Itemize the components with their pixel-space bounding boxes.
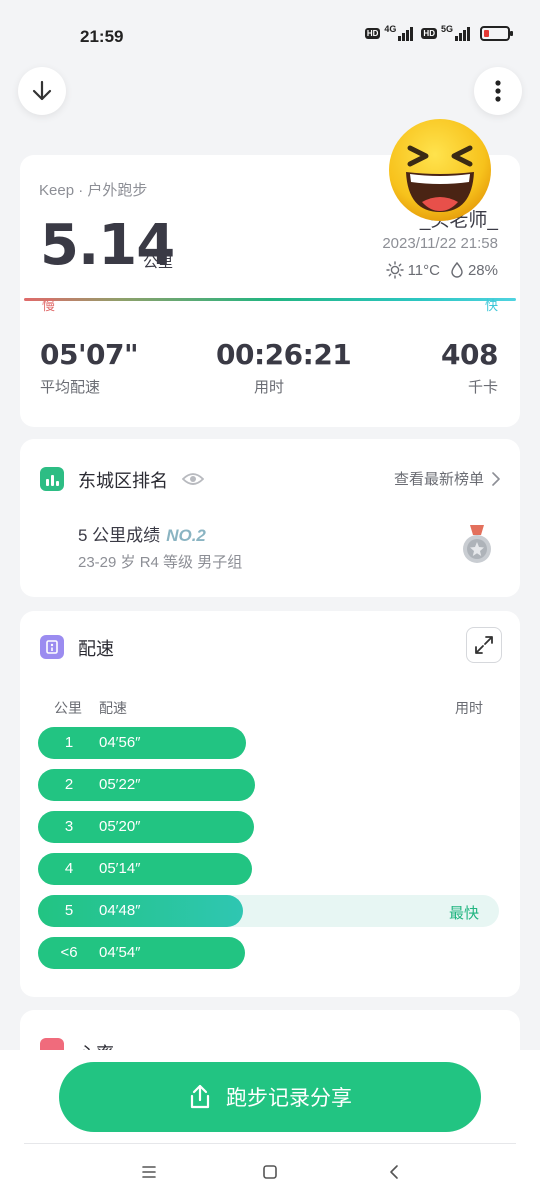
back-chevron-icon bbox=[390, 1165, 398, 1179]
ranking-chart-icon bbox=[40, 467, 64, 491]
signal-icon-2 bbox=[455, 26, 470, 41]
share-icon bbox=[190, 1084, 210, 1109]
pace-row[interactable]: 5 04′48″ 最快 bbox=[38, 895, 499, 927]
col-time-header: 用时 bbox=[455, 700, 483, 716]
pace-value: 05′20″ bbox=[99, 818, 141, 835]
pace-km: 5 bbox=[64, 902, 74, 919]
distance-unit: 公里 bbox=[143, 254, 174, 271]
hd-badge-2: HD bbox=[421, 28, 437, 39]
pace-value: 05′14″ bbox=[99, 860, 141, 877]
more-vertical-icon bbox=[495, 80, 501, 102]
rank-score: 5 公里成绩 NO.2 bbox=[78, 521, 206, 546]
share-run-label: 跑步记录分享 bbox=[226, 1087, 352, 1110]
pace-km: <6 bbox=[60, 944, 78, 961]
calories-value: 408 bbox=[441, 338, 498, 371]
sun-icon bbox=[385, 261, 404, 279]
pace-value: 04′56″ bbox=[99, 734, 141, 751]
nav-home-button[interactable] bbox=[258, 1160, 282, 1184]
col-km-header: 公里 bbox=[54, 700, 82, 716]
signal-icon bbox=[398, 26, 414, 41]
status-icons: HD 4G HD 5G bbox=[364, 23, 513, 41]
eye-icon[interactable] bbox=[182, 472, 204, 486]
ranking-title: 东城区排名 bbox=[78, 471, 168, 491]
avg-pace-value: 05'07" bbox=[40, 338, 139, 371]
home-square-icon bbox=[263, 1165, 277, 1179]
duration-value: 00:26:21 bbox=[216, 338, 352, 371]
ranking-card: 东城区排名 查看最新榜单 5 公里成绩 NO.2 23-29 岁 R4 等级 男子… bbox=[20, 439, 520, 597]
fastest-tag: 最快 bbox=[448, 905, 479, 922]
nav-menu-button[interactable] bbox=[137, 1160, 161, 1184]
laughing-emoji-sticker bbox=[389, 119, 491, 221]
pace-gradient-bar bbox=[24, 298, 516, 301]
pace-km: 1 bbox=[64, 734, 74, 751]
humidity: 28% bbox=[467, 261, 498, 279]
expand-icon bbox=[475, 636, 493, 654]
arrow-down-icon bbox=[32, 80, 52, 101]
battery-icon bbox=[480, 26, 513, 41]
chevron-right-icon bbox=[492, 471, 500, 486]
more-button[interactable] bbox=[474, 67, 522, 115]
run-datetime: 2023/11/22 21:58 bbox=[382, 235, 498, 252]
pace-value: 05′22″ bbox=[99, 776, 141, 793]
pace-title: 配速 bbox=[78, 639, 114, 659]
duration-label: 用时 bbox=[254, 379, 285, 396]
pace-row[interactable]: <6 04′54″ bbox=[38, 937, 499, 969]
rank-group: 23-29 岁 R4 等级 男子组 bbox=[78, 554, 243, 571]
run-source: Keep · 户外跑步 bbox=[39, 182, 148, 199]
rank-number: NO.2 bbox=[166, 526, 206, 545]
pace-row[interactable]: 3 05′20″ bbox=[38, 811, 499, 843]
rank-score-label: 5 公里成绩 bbox=[78, 526, 161, 545]
pace-km: 3 bbox=[64, 818, 74, 835]
network-4g: 4G bbox=[384, 23, 397, 34]
pace-km: 2 bbox=[64, 776, 74, 793]
pace-value: 04′54″ bbox=[99, 944, 141, 961]
temperature: 11°C bbox=[407, 261, 440, 279]
pace-row[interactable]: 2 05′22″ bbox=[38, 769, 499, 801]
view-leaderboard-label: 查看最新榜单 bbox=[393, 471, 484, 488]
network-5g: 5G bbox=[440, 23, 453, 34]
calories-label: 千卡 bbox=[467, 379, 498, 396]
slow-label: 慢 bbox=[42, 298, 56, 313]
pace-value: 04′48″ bbox=[99, 902, 141, 919]
nav-back-button[interactable] bbox=[382, 1160, 406, 1184]
menu-icon bbox=[142, 1166, 156, 1178]
avg-pace-label: 平均配速 bbox=[40, 379, 101, 396]
expand-button[interactable] bbox=[466, 627, 502, 663]
weather: 11°C 28% bbox=[385, 261, 498, 279]
col-pace-header: 配速 bbox=[99, 700, 127, 716]
share-run-button[interactable]: 跑步记录分享 bbox=[59, 1062, 481, 1132]
status-time: 21:59 bbox=[80, 27, 124, 46]
fast-label: 快 bbox=[484, 298, 498, 313]
view-leaderboard-link[interactable]: 查看最新榜单 bbox=[394, 468, 500, 489]
medal-icon[interactable] bbox=[462, 525, 492, 565]
nav-divider bbox=[24, 1143, 516, 1144]
pace-row[interactable]: 1 04′56″ bbox=[38, 727, 499, 759]
hd-badge: HD bbox=[364, 28, 381, 39]
pace-icon bbox=[40, 635, 64, 659]
pace-row[interactable]: 4 05′14″ bbox=[38, 853, 499, 885]
pace-card: 配速 公里 配速 用时 1 04′56″ 2 05′22″ 3 05′20″ 4 05′14″… bbox=[20, 611, 520, 997]
back-button[interactable] bbox=[18, 67, 66, 115]
pace-km: 4 bbox=[64, 860, 74, 877]
humidity-icon bbox=[451, 262, 463, 278]
status-bar: 21:59 HD 4G HD 5G bbox=[0, 0, 540, 72]
